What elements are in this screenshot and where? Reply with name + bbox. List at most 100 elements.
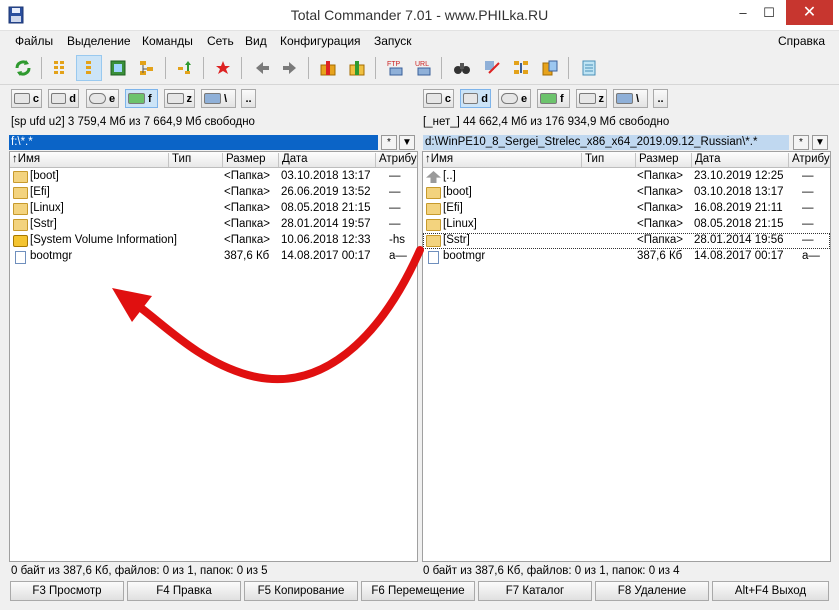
file-row[interactable]: [Sstr] <Папка> 28.01.2014 19:57 — [10, 217, 417, 233]
menu-start[interactable]: Запуск [374, 34, 412, 48]
file-row[interactable]: [Efi] <Папка> 16.08.2019 21:11 — [423, 201, 830, 217]
f7-mkdir-button[interactable]: F7 Каталог [478, 581, 592, 601]
maximize-button[interactable]: ☐ [757, 0, 781, 25]
file-row[interactable]: [Linux] <Папка> 08.05.2018 21:15 — [10, 201, 417, 217]
tree-view-icon[interactable] [134, 55, 160, 81]
url-download-icon[interactable]: URL [411, 55, 437, 81]
left-drive-f[interactable]: f [125, 89, 158, 108]
left-hotlist-button[interactable]: ▼ [399, 135, 415, 150]
left-drive-root[interactable]: .. [241, 89, 256, 108]
notepad-icon[interactable] [576, 55, 602, 81]
ftp-connect-icon[interactable]: FTP [383, 55, 409, 81]
refresh-icon[interactable] [10, 55, 36, 81]
file-row[interactable]: [Efi] <Папка> 26.06.2019 13:52 — [10, 185, 417, 201]
col-name[interactable]: ↑Имя [423, 153, 581, 167]
right-hotlist-button[interactable]: ▼ [812, 135, 828, 150]
col-size[interactable]: Размер [635, 153, 691, 167]
col-date[interactable]: Дата [691, 153, 788, 167]
title-bar: Total Commander 7.01 - www.PHILka.RU – ☐… [0, 0, 839, 31]
forward-icon[interactable] [277, 55, 303, 81]
file-row[interactable]: [System Volume Information] <Папка> 10.06.… [10, 233, 417, 249]
folder-icon [13, 171, 28, 183]
file-row[interactable]: [..] <Папка> 23.10.2019 12:25 — [423, 169, 830, 185]
right-drive-z[interactable]: z [576, 89, 607, 108]
right-file-panel[interactable]: ↑Имя Тип Размер Дата Атрибу [..] <Папка> 2… [422, 151, 831, 562]
minimize-button[interactable]: – [731, 0, 755, 25]
col-size[interactable]: Размер [222, 153, 278, 167]
file-attr: — [389, 218, 401, 230]
right-column-header: ↑Имя Тип Размер Дата Атрибу [423, 152, 830, 168]
file-size: <Папка> [224, 186, 270, 198]
file-date: 28.01.2014 19:57 [281, 218, 371, 230]
back-icon[interactable] [249, 55, 275, 81]
f4-edit-button[interactable]: F4 Правка [127, 581, 241, 601]
f8-delete-button[interactable]: F8 Удаление [595, 581, 709, 601]
f3-view-button[interactable]: F3 Просмотр [10, 581, 124, 601]
f5-copy-button[interactable]: F5 Копирование [244, 581, 358, 601]
f6-move-button[interactable]: F6 Перемещение [361, 581, 475, 601]
sync-dirs-icon[interactable] [508, 55, 534, 81]
left-path[interactable]: f:\*.* [9, 135, 378, 150]
file-name: [Efi] [30, 186, 50, 198]
col-name[interactable]: ↑Имя [10, 153, 168, 167]
file-row[interactable]: [boot] <Папка> 03.10.2018 13:17 — [423, 185, 830, 201]
file-size: <Папка> [224, 202, 270, 214]
right-drive-c[interactable]: c [423, 89, 454, 108]
right-history-button[interactable]: * [793, 135, 809, 150]
close-button[interactable]: ✕ [786, 0, 833, 25]
file-date: 08.05.2018 21:15 [694, 218, 784, 230]
right-drive-e[interactable]: e [498, 89, 531, 108]
menu-commands[interactable]: Команды [142, 34, 193, 48]
right-drive-d[interactable]: d [460, 89, 491, 108]
menu-network[interactable]: Сеть [207, 34, 234, 48]
extract-icon[interactable] [344, 55, 370, 81]
left-drive-network[interactable]: \ [201, 89, 236, 108]
alt-f4-exit-button[interactable]: Alt+F4 Выход [712, 581, 829, 601]
thumbnail-view-icon[interactable] [105, 55, 131, 81]
file-attr: — [389, 186, 401, 198]
col-attr[interactable]: Атрибу [788, 153, 830, 167]
file-name: [Sstr] [443, 234, 470, 246]
left-drive-d[interactable]: d [48, 89, 79, 108]
menu-configuration[interactable]: Конфигурация [280, 34, 361, 48]
cd-drive-icon [89, 93, 106, 104]
multi-rename-icon[interactable] [479, 55, 505, 81]
search-icon[interactable] [449, 55, 475, 81]
file-row[interactable]: bootmgr 387,6 Кб 14.08.2017 00:17 a— [423, 249, 830, 265]
menu-help[interactable]: Справка [778, 34, 825, 48]
col-type[interactable]: Тип [581, 153, 635, 167]
drive-icon [14, 93, 30, 104]
right-path[interactable]: d:\WinPE10_8_Sergei_Strelec_x86_x64_2019… [423, 135, 789, 150]
left-drive-bar: c d e f z \ .. [11, 89, 271, 109]
right-disk-info: [_нет_] 44 662,4 Мб из 176 934,9 Мб своб… [423, 116, 670, 128]
file-size: <Папка> [637, 202, 683, 214]
left-drive-c[interactable]: c [11, 89, 42, 108]
file-size: 387,6 Кб [224, 250, 270, 262]
right-drive-f[interactable]: f [537, 89, 570, 108]
left-history-button[interactable]: * [381, 135, 397, 150]
col-date[interactable]: Дата [278, 153, 375, 167]
left-drive-e[interactable]: e [86, 89, 119, 108]
file-row[interactable]: [Linux] <Папка> 08.05.2018 21:15 — [423, 217, 830, 233]
col-type[interactable]: Тип [168, 153, 222, 167]
file-row[interactable]: [boot] <Папка> 03.10.2018 13:17 — [10, 169, 417, 185]
compare-files-icon[interactable] [537, 55, 563, 81]
brief-view-icon[interactable] [48, 55, 74, 81]
detailed-view-icon[interactable] [76, 55, 102, 81]
left-file-panel[interactable]: ↑Имя Тип Размер Дата Атрибу [boot] <Папка… [9, 151, 418, 562]
left-drive-z[interactable]: z [164, 89, 195, 108]
unpack-icon[interactable] [210, 55, 236, 81]
menu-view[interactable]: Вид [245, 34, 267, 48]
file-size: <Папка> [637, 186, 683, 198]
col-attr[interactable]: Атрибу [375, 153, 417, 167]
menu-selection[interactable]: Выделение [67, 34, 131, 48]
file-name: bootmgr [30, 250, 73, 262]
pack-icon[interactable] [315, 55, 341, 81]
right-drive-root[interactable]: .. [653, 89, 668, 108]
right-drive-network[interactable]: \ [613, 89, 648, 108]
file-icon [15, 251, 26, 264]
file-row[interactable]: bootmgr 387,6 Кб 14.08.2017 00:17 a— [10, 249, 417, 265]
invert-selection-icon[interactable] [172, 55, 198, 81]
menu-files[interactable]: Файлы [15, 34, 53, 48]
file-row[interactable]: [Sstr] <Папка> 28.01.2014 19:56 — [423, 233, 830, 249]
